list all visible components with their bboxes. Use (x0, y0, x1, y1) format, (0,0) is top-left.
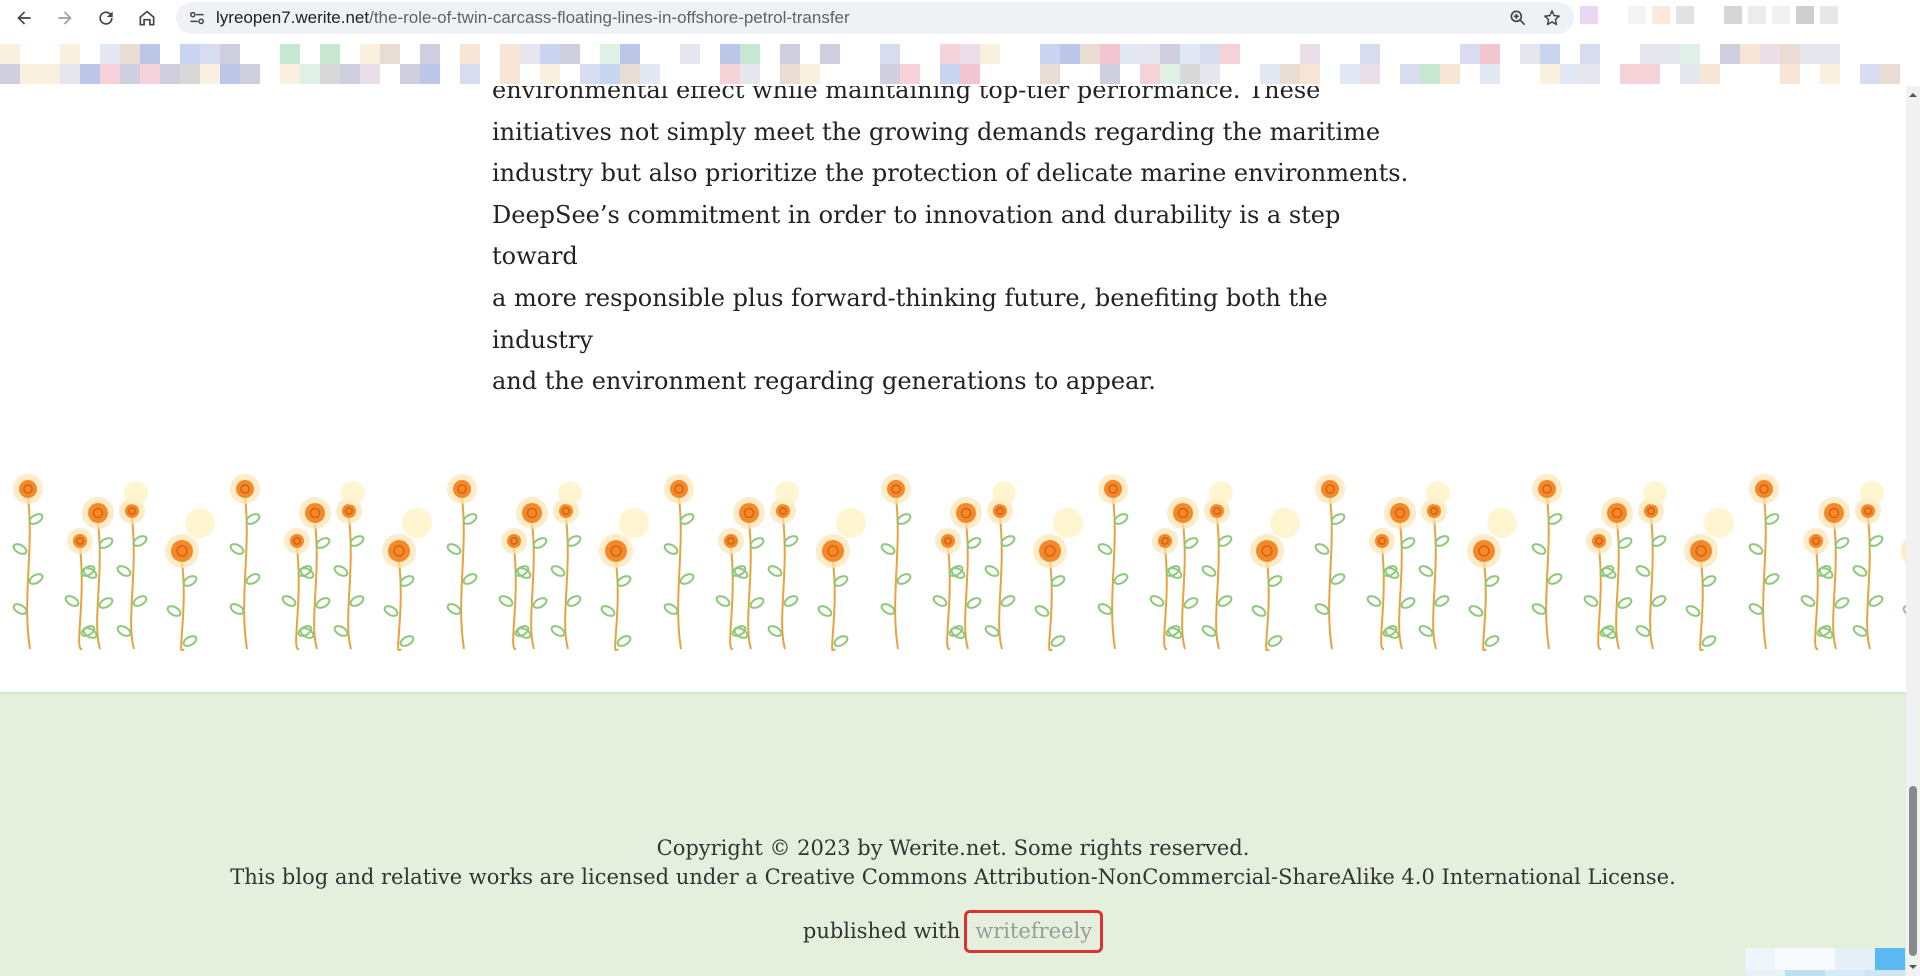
article-line: DeepSee’s commitment in order to innovat… (492, 200, 1341, 271)
flower (558, 481, 582, 505)
flower (992, 481, 1016, 505)
scroll-up-icon[interactable] (1908, 90, 1918, 100)
flower (1270, 508, 1300, 538)
home-icon (139, 10, 155, 26)
flower (880, 474, 912, 650)
flower (1250, 534, 1284, 651)
home-button[interactable] (130, 1, 164, 35)
article-line: initiatives not simply meet the growing … (492, 117, 1381, 146)
article-line: industry but also prioritize the protect… (492, 159, 1409, 188)
flower (663, 474, 695, 650)
browser-chrome: lyreopen7.werite.net/the-role-of-twin-ca… (0, 0, 1920, 86)
url-text[interactable]: lyreopen7.werite.net/the-role-of-twin-ca… (216, 8, 850, 28)
flower (116, 498, 148, 650)
flower (1366, 528, 1398, 650)
article-line: and the environment regarding generation… (492, 367, 1156, 396)
flower (446, 474, 478, 650)
flower (1314, 474, 1346, 650)
browser-toolbar: lyreopen7.werite.net/the-role-of-twin-ca… (0, 0, 1920, 36)
flower (1748, 474, 1780, 650)
flower (124, 481, 148, 505)
flower (498, 528, 530, 650)
flower (932, 528, 964, 650)
flower (1097, 474, 1129, 650)
article-body: environmental effect while maintaining t… (492, 86, 1412, 403)
flower (12, 474, 44, 650)
flower (64, 528, 96, 650)
extensions-area (1580, 6, 1920, 30)
flower (599, 534, 633, 651)
bookmark-star-icon[interactable] (1542, 8, 1562, 28)
zoom-icon[interactable] (1508, 8, 1528, 28)
flower (281, 528, 313, 650)
flower (1201, 498, 1233, 650)
published-prefix: published with (802, 919, 961, 943)
vertical-scrollbar[interactable] (1906, 86, 1920, 976)
flower (1467, 534, 1501, 651)
reload-icon (99, 11, 113, 25)
site-info-button[interactable] (182, 3, 212, 33)
writefreely-link[interactable]: writefreely (964, 910, 1104, 953)
reload-button[interactable] (89, 1, 123, 35)
bookmarks-bar (0, 44, 1920, 84)
blurred-widget (1745, 948, 1905, 976)
flower (1033, 534, 1067, 651)
flower (1800, 528, 1832, 650)
flower (1053, 508, 1083, 538)
flower (1684, 534, 1718, 651)
scrollbar-thumb[interactable] (1909, 786, 1917, 956)
site-footer: Copyright © 2023 by Werite.net. Some rig… (0, 692, 1906, 976)
flower (333, 498, 365, 650)
flower (165, 534, 199, 651)
flower (341, 481, 365, 505)
flower (1860, 481, 1884, 505)
url-host: lyreopen7.werite.net (216, 8, 370, 27)
flower-border-illustration (12, 474, 1906, 651)
flower (229, 474, 261, 650)
url-path: /the-role-of-twin-carcass-floating-lines… (369, 8, 850, 27)
flower (1852, 498, 1884, 650)
flower (1426, 481, 1450, 505)
flower (1704, 508, 1734, 538)
flower (1487, 508, 1517, 538)
article-line: a more responsible plus forward-thinking… (492, 283, 1328, 354)
flower (1209, 481, 1233, 505)
flower (1418, 498, 1450, 650)
address-bar[interactable]: lyreopen7.werite.net/the-role-of-twin-ca… (176, 2, 1574, 34)
flower (715, 528, 747, 650)
copyright-text: Copyright © 2023 by Werite.net. Some rig… (656, 836, 1250, 860)
flower (1531, 474, 1563, 650)
forward-button[interactable] (48, 1, 82, 35)
flower (185, 508, 215, 538)
flower (619, 508, 649, 538)
scroll-down-icon[interactable] (1908, 962, 1918, 972)
flower (816, 534, 850, 651)
flower (836, 508, 866, 538)
license-text: This blog and relative works are license… (230, 865, 1676, 889)
flower (1149, 528, 1181, 650)
flower (1583, 528, 1615, 650)
flower (402, 508, 432, 538)
back-arrow-icon (17, 11, 31, 25)
page-viewport: environmental effect while maintaining t… (0, 86, 1906, 976)
article-line: environmental effect while maintaining t… (492, 86, 1321, 104)
flower (382, 534, 416, 651)
flower (1635, 498, 1667, 650)
flower (1643, 481, 1667, 505)
flower (550, 498, 582, 650)
flower (775, 481, 799, 505)
flower (767, 498, 799, 650)
back-button[interactable] (7, 1, 41, 35)
site-info-icon (190, 11, 204, 25)
published-with: published with writefreely (0, 910, 1906, 953)
forward-arrow-icon (58, 11, 72, 25)
flower (984, 498, 1016, 650)
